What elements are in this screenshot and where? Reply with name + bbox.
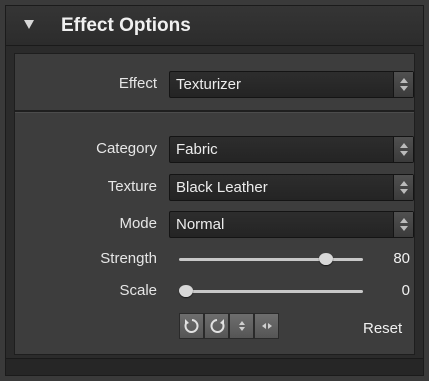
select-arrows-icon [393, 72, 413, 97]
panel-title: Effect Options [61, 15, 191, 36]
select-arrows-icon [393, 137, 413, 162]
flip-horizontal-icon [262, 323, 272, 329]
rotate-right-icon [210, 319, 225, 333]
flip-horizontal-button[interactable] [254, 313, 279, 339]
mode-select[interactable]: Normal [169, 211, 414, 238]
texture-label: Texture [107, 178, 157, 195]
select-arrows-icon [393, 212, 413, 237]
panel-footer [6, 358, 423, 375]
scale-label: Scale [119, 282, 157, 299]
options-body: Effect Texturizer Category Fabric Textur… [14, 53, 415, 355]
strength-slider[interactable] [179, 252, 363, 266]
slider-thumb[interactable] [179, 285, 193, 297]
collapse-triangle-icon[interactable] [24, 20, 34, 29]
effect-select-value: Texturizer [176, 76, 242, 93]
select-arrows-icon [393, 175, 413, 200]
flip-vertical-icon [239, 321, 245, 331]
effect-label: Effect [118, 75, 157, 92]
scale-value: 0 [401, 282, 410, 299]
texture-select-value: Black Leather [176, 179, 268, 196]
strength-value: 80 [393, 250, 410, 267]
strength-label: Strength [100, 250, 157, 267]
category-select[interactable]: Fabric [169, 136, 414, 163]
section-divider [15, 110, 414, 113]
flip-vertical-button[interactable] [229, 313, 254, 339]
rotate-right-button[interactable] [204, 313, 229, 339]
reset-button[interactable]: Reset [363, 320, 402, 337]
category-label: Category [96, 140, 157, 157]
scale-slider[interactable] [179, 284, 363, 298]
effect-select[interactable]: Texturizer [169, 71, 414, 98]
texture-select[interactable]: Black Leather [169, 174, 414, 201]
panel-header[interactable]: Effect Options [6, 6, 423, 46]
rotate-left-icon [184, 319, 199, 333]
mode-label: Mode [119, 215, 157, 232]
rotate-left-button[interactable] [179, 313, 204, 339]
slider-track[interactable] [179, 258, 363, 261]
effect-options-panel: Effect Options Effect Texturizer Categor… [5, 5, 424, 376]
mode-select-value: Normal [176, 216, 225, 233]
slider-thumb[interactable] [319, 253, 334, 265]
slider-track[interactable] [179, 290, 363, 293]
category-select-value: Fabric [176, 141, 218, 158]
